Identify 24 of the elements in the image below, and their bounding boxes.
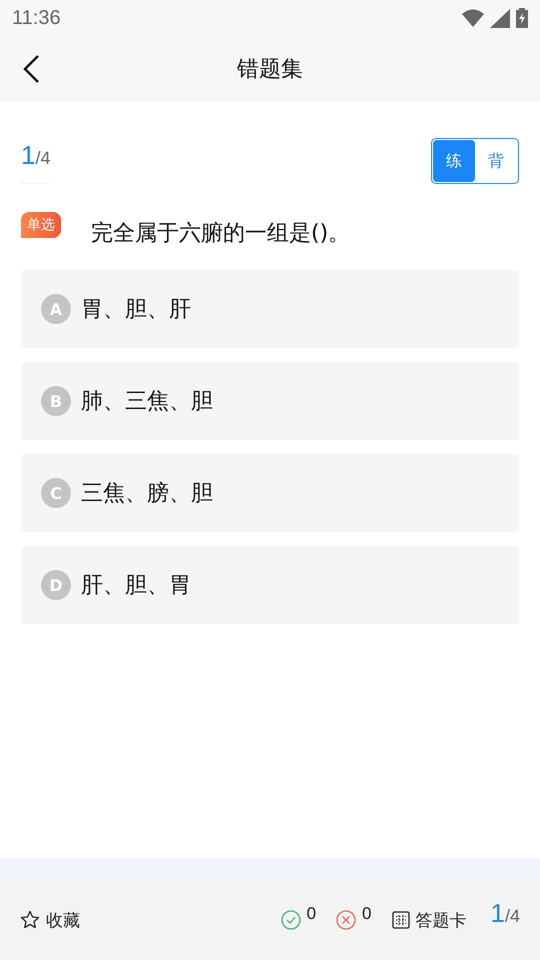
answer-option[interactable]: C 三焦、膀、胆 (21, 454, 519, 532)
status-time: 11:36 (12, 6, 61, 30)
total-count: /4 (504, 906, 520, 927)
question-type-badge: 单选 (21, 212, 61, 238)
check-circle-icon (280, 910, 301, 930)
answer-card-label[interactable]: 答题卡 (416, 908, 467, 932)
answer-option[interactable]: B 肺、三焦、胆 (21, 362, 519, 440)
total-count: /4 (35, 148, 50, 169)
cross-circle-icon (336, 910, 356, 930)
wrong-count: 0 (362, 904, 372, 924)
signal-icon (490, 8, 510, 28)
answer-option[interactable]: D 肝、胆、胃 (21, 546, 519, 624)
page-title: 错题集 (237, 57, 303, 82)
current-number: 1 (490, 898, 505, 929)
question-text: 完全属于六腑的一组是()。 (91, 220, 350, 248)
wifi-icon (462, 9, 484, 27)
favorite-label[interactable]: 收藏 (46, 908, 80, 932)
grid-icon[interactable] (392, 911, 410, 929)
battery-icon (516, 8, 528, 28)
answer-option[interactable]: A 胃、胆、肝 (21, 270, 519, 348)
star-icon[interactable] (20, 910, 40, 930)
mode-tab[interactable]: 练 (433, 140, 475, 182)
current-number: 1 (21, 140, 36, 171)
correct-count: 0 (306, 904, 316, 924)
